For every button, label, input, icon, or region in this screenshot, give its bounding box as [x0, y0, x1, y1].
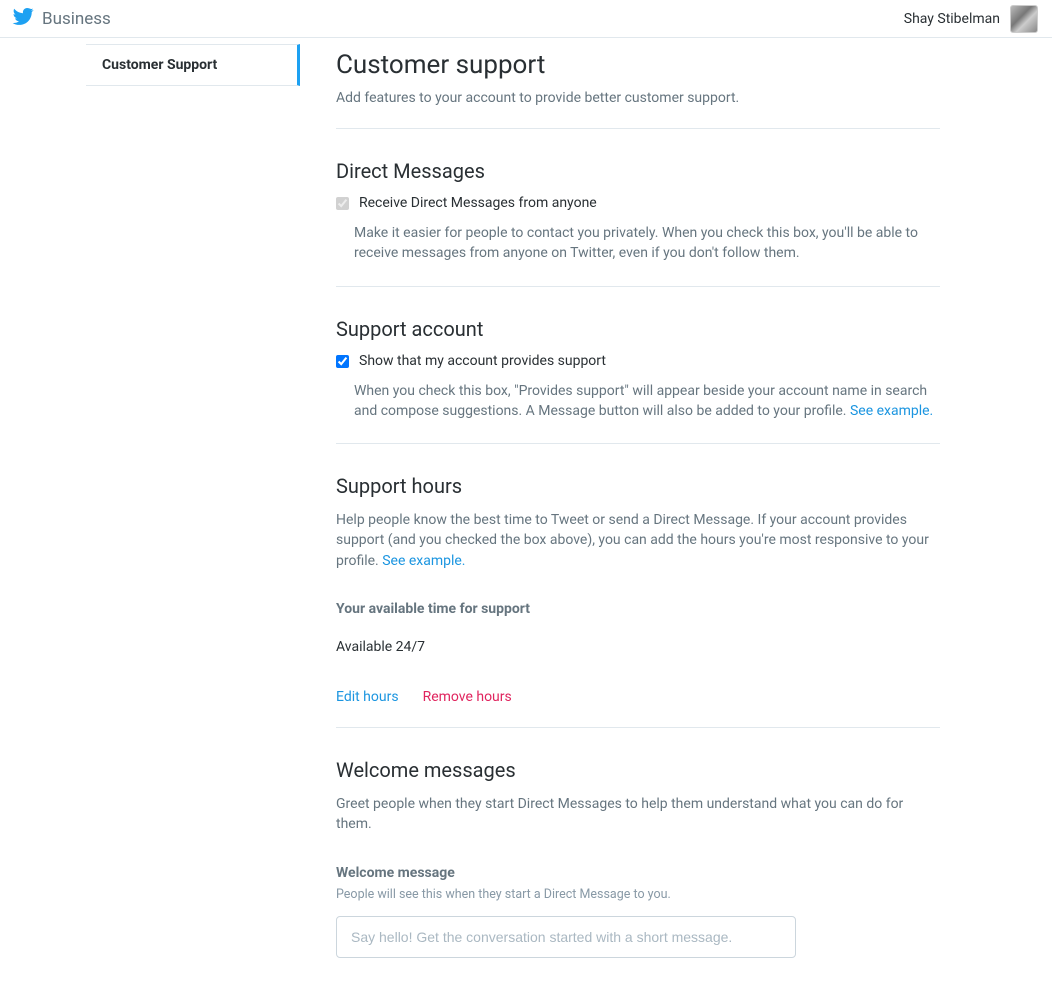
- user-block[interactable]: Shay Stibelman: [904, 5, 1038, 33]
- edit-hours-link[interactable]: Edit hours: [336, 689, 399, 705]
- page-subtitle: Add features to your account to provide …: [336, 90, 940, 106]
- section-heading-dm: Direct Messages: [336, 159, 940, 183]
- support-account-see-example-link[interactable]: See example.: [850, 403, 933, 419]
- top-bar: Business Shay Stibelman: [0, 0, 1052, 38]
- main-content: Customer support Add features to your ac…: [300, 44, 940, 998]
- support-hours-see-example-link[interactable]: See example.: [382, 553, 465, 569]
- twitter-bird-icon: [12, 8, 34, 30]
- section-heading-welcome: Welcome messages: [336, 758, 940, 782]
- sidebar-item-label: Customer Support: [102, 57, 217, 73]
- welcome-desc: Greet people when they start Direct Mess…: [336, 794, 940, 835]
- support-hours-desc: Help people know the best time to Tweet …: [336, 510, 940, 571]
- dm-checkbox-row: Receive Direct Messages from anyone: [336, 195, 940, 211]
- divider: [336, 128, 940, 129]
- support-account-checkbox-label[interactable]: Show that my account provides support: [359, 353, 606, 369]
- divider: [336, 727, 940, 728]
- page-body: Customer Support Customer support Add fe…: [0, 38, 1052, 998]
- divider: [336, 286, 940, 287]
- dm-help-text: Make it easier for people to contact you…: [354, 223, 940, 264]
- user-name: Shay Stibelman: [904, 11, 1000, 27]
- brand-block: Business: [12, 8, 111, 30]
- support-account-help-text: When you check this box, "Provides suppo…: [354, 381, 940, 422]
- section-heading-support-account: Support account: [336, 317, 940, 341]
- support-account-checkbox[interactable]: [336, 355, 349, 368]
- sidebar: Customer Support: [0, 44, 300, 998]
- remove-hours-link[interactable]: Remove hours: [423, 689, 512, 705]
- welcome-field-help: People will see this when they start a D…: [336, 887, 940, 902]
- availability-value: Available 24/7: [336, 639, 940, 655]
- section-heading-support-hours: Support hours: [336, 474, 940, 498]
- avatar[interactable]: [1010, 5, 1038, 33]
- support-hours-actions: Edit hours Remove hours: [336, 689, 940, 705]
- dm-checkbox-label[interactable]: Receive Direct Messages from anyone: [359, 195, 597, 211]
- divider: [336, 443, 940, 444]
- sidebar-item-customer-support[interactable]: Customer Support: [86, 44, 300, 86]
- support-account-checkbox-row: Show that my account provides support: [336, 353, 940, 369]
- welcome-message-input[interactable]: [336, 916, 796, 958]
- brand-label[interactable]: Business: [42, 9, 111, 29]
- support-account-help-prefix: When you check this box, "Provides suppo…: [354, 383, 927, 419]
- welcome-field-label: Welcome message: [336, 865, 940, 881]
- page-title: Customer support: [336, 50, 940, 80]
- available-time-heading: Your available time for support: [336, 601, 940, 617]
- dm-receive-anyone-checkbox[interactable]: [336, 197, 349, 210]
